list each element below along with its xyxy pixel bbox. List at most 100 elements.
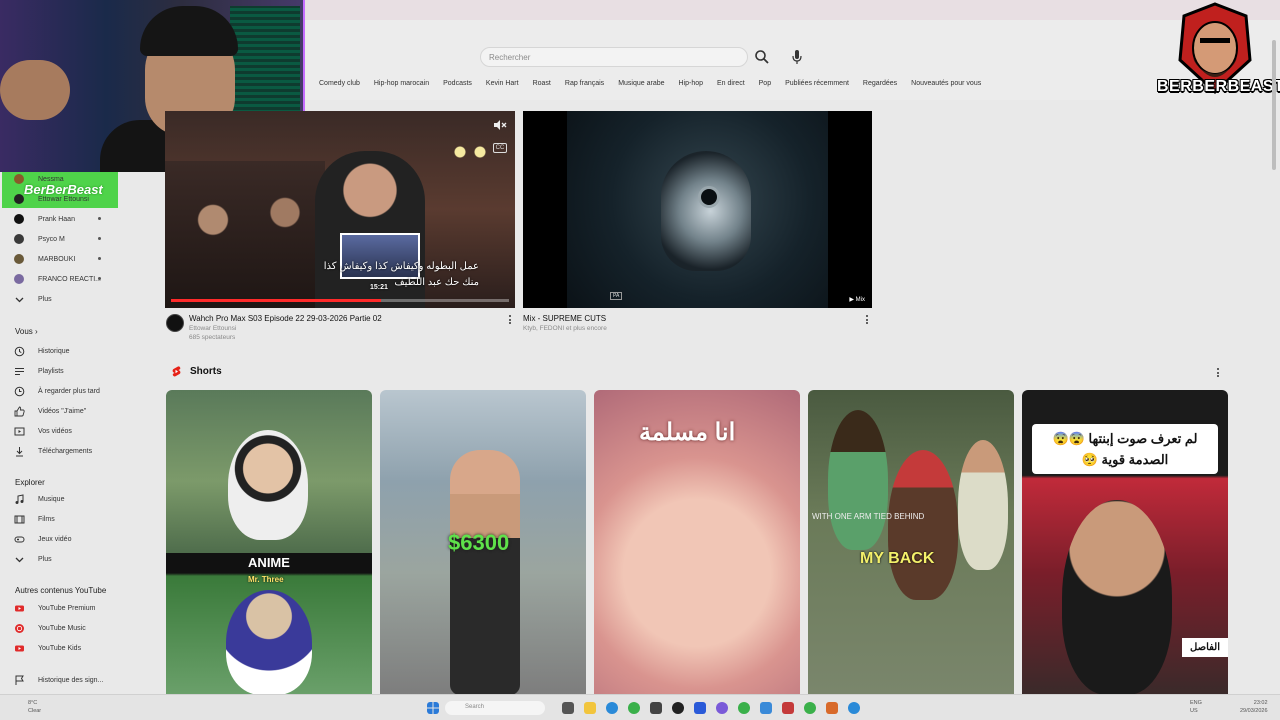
chrome-icon[interactable] — [628, 702, 640, 714]
nav-report-history[interactable]: Historique des sign... — [14, 673, 103, 687]
subscription-item[interactable]: Ettowar Ettounsi — [14, 192, 159, 206]
channel-name[interactable]: Ettowar Ettounsi — [189, 325, 509, 332]
short-overlay-text: $6300 — [448, 530, 510, 555]
short-card[interactable]: ANIME Mr. Three — [166, 390, 372, 695]
chip[interactable]: Podcasts — [436, 78, 479, 92]
search-input[interactable]: Rechercher — [480, 47, 748, 67]
chip[interactable]: Musique arabe — [611, 78, 671, 92]
shorts-more-icon[interactable] — [1216, 368, 1220, 378]
short-card[interactable]: لم تعرف صوت إبنتها 😨😨 الصدمة قوية 🥺 الفا… — [1022, 390, 1228, 695]
nav-liked[interactable]: Vidéos "J'aime" — [14, 404, 86, 418]
nav-music[interactable]: Musique — [14, 492, 64, 506]
nav-youtube-music[interactable]: YouTube Music — [14, 621, 86, 635]
video-thumbnail[interactable]: CC عمل البطوله وكيفاش كذا وكيفاش كذا منك… — [165, 111, 515, 308]
chip[interactable]: Rap français — [558, 78, 611, 92]
subscription-item[interactable]: Nessma — [14, 172, 159, 186]
edge-icon[interactable] — [606, 702, 618, 714]
mute-icon[interactable] — [493, 119, 507, 131]
captions-icon[interactable]: CC — [493, 143, 507, 153]
page-scrollbar[interactable] — [1272, 40, 1276, 170]
nav-watch-later[interactable]: À regarder plus tard — [14, 384, 100, 398]
advisory-label: PA — [610, 292, 623, 300]
short-overlay-text: لم تعرف صوت إبنتها 😨😨 الصدمة قوية 🥺 — [1032, 424, 1218, 474]
live-dot — [98, 237, 101, 240]
nav-downloads[interactable]: Téléchargements — [14, 444, 92, 458]
section-you[interactable]: Vous › — [15, 327, 38, 336]
nav-more[interactable]: Plus — [14, 552, 52, 566]
subscription-item[interactable]: Psyco M — [14, 232, 159, 246]
chip[interactable]: En direct — [710, 78, 752, 92]
nav-label: Vidéos "J'aime" — [38, 407, 87, 415]
music-note-icon — [15, 493, 24, 504]
file-explorer-icon[interactable] — [584, 702, 596, 714]
more-options-icon[interactable] — [508, 315, 512, 325]
channel-name[interactable]: Ktyb, FEDONI et plus encore — [523, 325, 853, 332]
search-icon[interactable] — [754, 49, 770, 65]
video-thumbnail[interactable]: PA ▶ Mix — [523, 111, 872, 308]
nav-label: Historique des sign... — [38, 676, 104, 684]
discord-icon[interactable] — [716, 702, 728, 714]
chip[interactable]: Pop — [752, 78, 778, 92]
nav-youtube-premium[interactable]: YouTube Premium — [14, 601, 95, 615]
taskbar-search[interactable]: Search — [445, 701, 545, 715]
shorts-title: Shorts — [190, 366, 222, 377]
nav-label: Playlists — [38, 367, 64, 375]
nav-your-videos[interactable]: Vos vidéos — [14, 424, 72, 438]
weather-widget[interactable]: 8°C Clear — [28, 699, 41, 715]
video-icon — [14, 427, 25, 435]
nav-history[interactable]: Historique — [14, 344, 70, 358]
short-channel-tag: الفاصل — [1182, 638, 1228, 657]
nav-youtube-kids[interactable]: YouTube Kids — [14, 641, 81, 655]
chrome-icon[interactable] — [804, 702, 816, 714]
album-art-face — [661, 151, 751, 271]
more-options-icon[interactable] — [865, 315, 869, 325]
chip[interactable]: Hip-hop marocain — [367, 78, 436, 92]
app-icon[interactable] — [848, 702, 860, 714]
chip[interactable]: Nouveautés pour vous — [904, 78, 988, 92]
short-card[interactable]: انا مسلمة — [594, 390, 800, 695]
chevron-down-icon — [15, 557, 24, 562]
chrome-icon[interactable] — [738, 702, 750, 714]
short-card[interactable]: WITH ONE ARM TIED BEHIND MY BACK — [808, 390, 1014, 695]
microphone-icon[interactable] — [790, 49, 804, 65]
nav-gaming[interactable]: Jeux vidéo — [14, 532, 71, 546]
app-icon[interactable] — [782, 702, 794, 714]
logo-text: BERBERBEAST — [1157, 78, 1280, 95]
chip[interactable]: Comedy club — [312, 78, 367, 92]
nav-playlists[interactable]: Playlists — [14, 364, 64, 378]
short-card[interactable]: $6300 — [380, 390, 586, 695]
windows-start-icon[interactable] — [427, 702, 439, 714]
youtube-kids-icon — [15, 645, 24, 651]
nav-label: YouTube Kids — [38, 644, 82, 652]
chip[interactable]: Kevin Hart — [479, 78, 526, 92]
video-title[interactable]: Mix - SUPREME CUTS — [523, 314, 853, 323]
filter-chips: Comedy club Hip-hop marocain Podcasts Ke… — [312, 78, 988, 92]
show-more-subscriptions[interactable]: Plus — [14, 292, 52, 306]
nav-movies[interactable]: Films — [14, 512, 55, 526]
progress-bar[interactable] — [171, 299, 381, 302]
viewer-count: 685 spectateurs — [189, 334, 236, 341]
mail-icon[interactable] — [694, 702, 706, 714]
obs-icon[interactable] — [672, 702, 684, 714]
chip[interactable]: Regardées — [856, 78, 904, 92]
subscription-item[interactable]: Prank Haan — [14, 212, 159, 226]
nav-label: À regarder plus tard — [38, 387, 100, 395]
chip[interactable]: Publiées récemment — [778, 78, 856, 92]
app-icon[interactable] — [650, 702, 662, 714]
chevron-down-icon — [15, 297, 24, 302]
nav-label: Jeux vidéo — [38, 535, 72, 543]
nav-label: YouTube Music — [38, 624, 86, 632]
subscription-item[interactable]: FRANCO REACTI... — [14, 272, 159, 286]
clock[interactable]: 23:02 29/03/2026 — [1240, 699, 1268, 715]
subscription-item[interactable]: MARBOUKI — [14, 252, 159, 266]
task-view-icon[interactable] — [562, 702, 574, 714]
video-title[interactable]: Wahch Pro Max S03 Episode 22 29-03-2026 … — [189, 314, 509, 323]
keyboard-language[interactable]: ENG US — [1190, 699, 1202, 715]
short-overlay-text: MY BACK — [860, 550, 935, 567]
chip[interactable]: Roast — [526, 78, 558, 92]
chip[interactable]: Hip-hop — [672, 78, 711, 92]
app-icon[interactable] — [826, 702, 838, 714]
channel-avatar[interactable] — [166, 314, 184, 332]
nav-label: Plus — [38, 295, 52, 303]
app-icon[interactable] — [760, 702, 772, 714]
